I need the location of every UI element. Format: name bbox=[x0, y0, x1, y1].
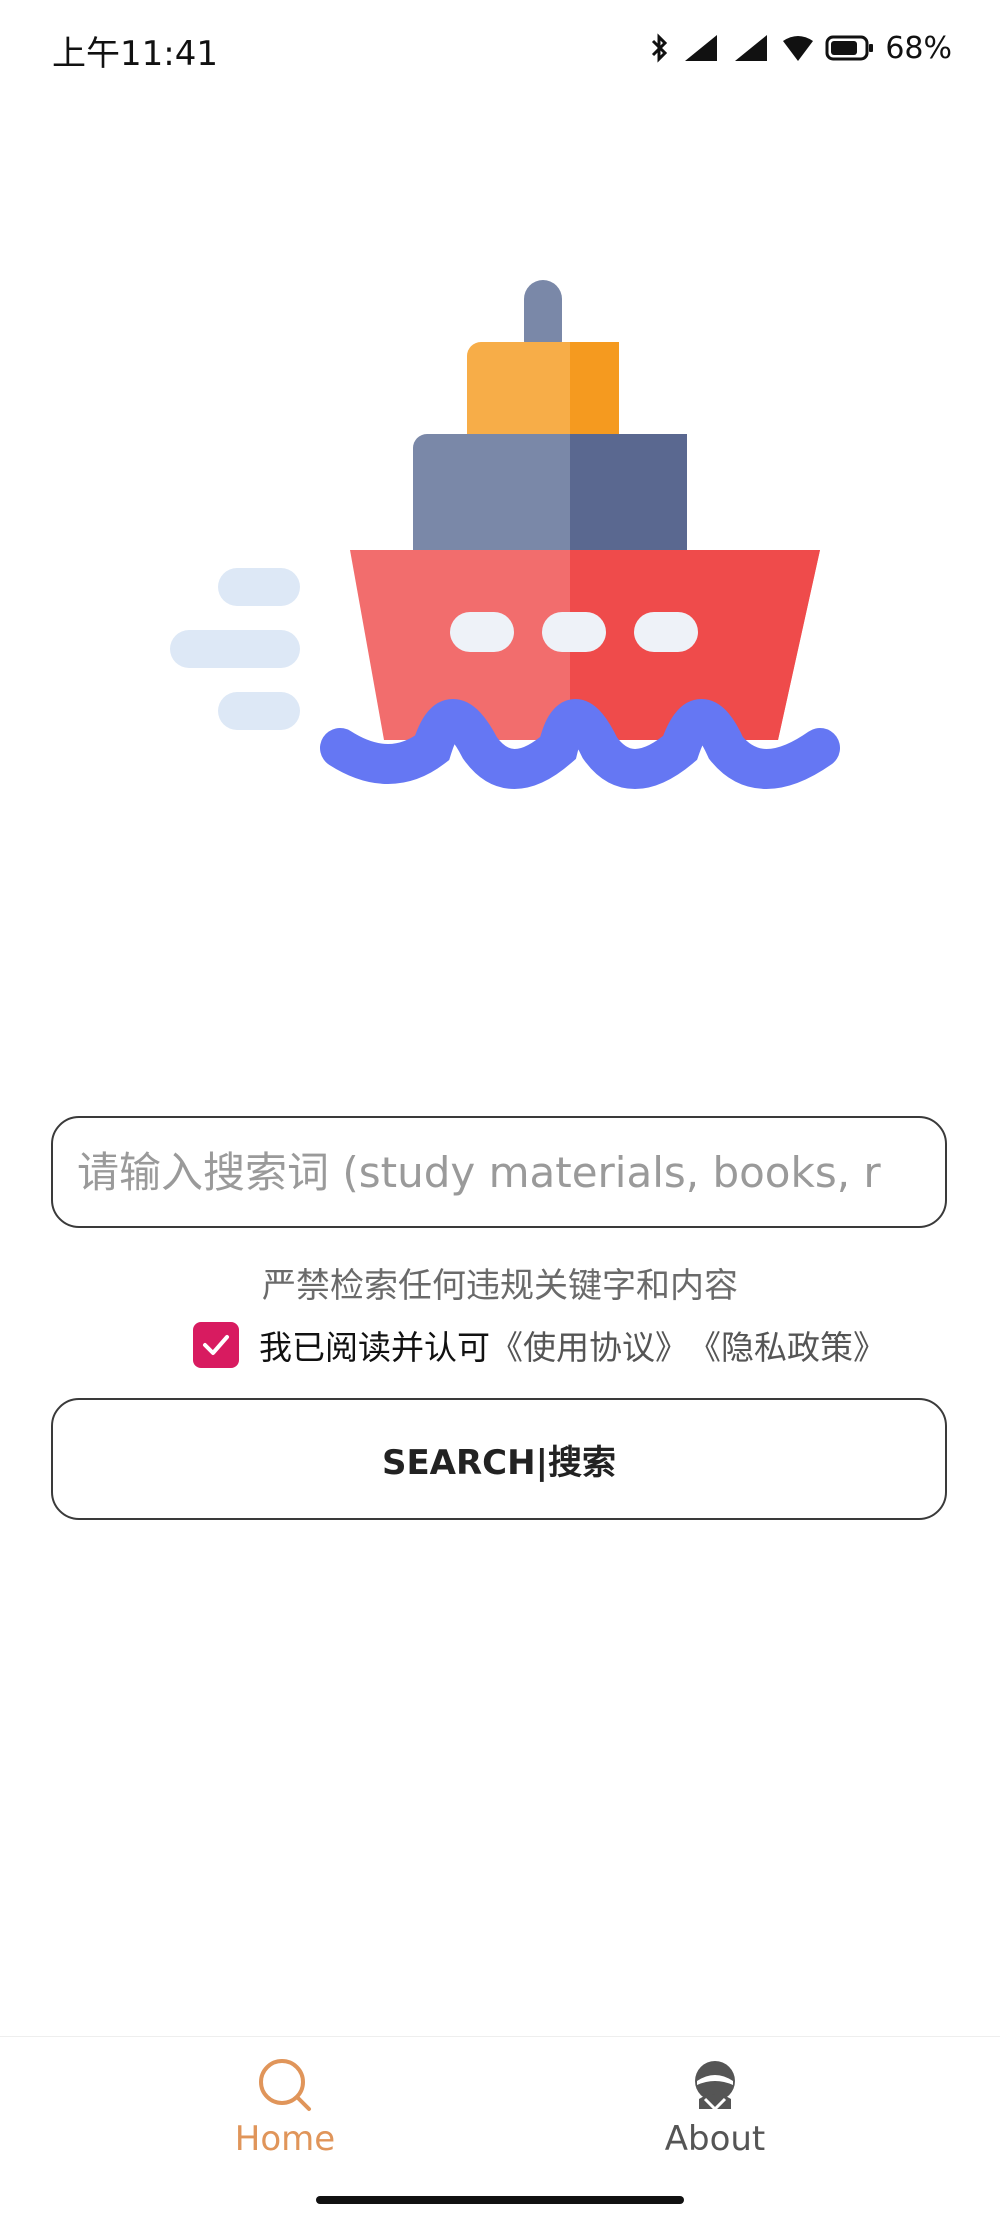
wifi-icon bbox=[783, 36, 814, 61]
warning-text: 严禁检索任何违规关键字和内容 bbox=[262, 1266, 738, 1306]
agreement-row: 我已阅读并认可 《使用协议》 《隐私政策》 bbox=[193, 1320, 886, 1370]
signal-icon bbox=[685, 35, 718, 61]
nav-about-label: About bbox=[664, 2119, 766, 2159]
home-indicator[interactable] bbox=[316, 2196, 684, 2204]
ship-icon bbox=[170, 280, 840, 789]
status-bar: 上午11:41 68% bbox=[0, 0, 1000, 96]
bluetooth-icon bbox=[652, 33, 668, 63]
nav-home-label: Home bbox=[234, 2119, 336, 2159]
signal-icon bbox=[735, 35, 768, 61]
captain-icon bbox=[695, 2061, 735, 2112]
nav-about[interactable]: About bbox=[615, 2055, 815, 2185]
check-icon bbox=[203, 1335, 229, 1355]
privacy-policy-link[interactable]: 《隐私政策》 bbox=[688, 1321, 886, 1369]
battery-icon bbox=[825, 35, 874, 61]
search-icon bbox=[259, 2059, 311, 2111]
user-agreement-link[interactable]: 《使用协议》 bbox=[490, 1321, 688, 1369]
nav-home[interactable]: Home bbox=[185, 2055, 385, 2185]
bottom-nav: Home About bbox=[0, 2036, 1000, 2223]
agreement-checkbox[interactable] bbox=[193, 1322, 239, 1368]
battery-percent: 68% bbox=[885, 30, 952, 66]
agreement-text: 我已阅读并认可 bbox=[259, 1328, 490, 1367]
search-button[interactable]: SEARCH|搜索 bbox=[51, 1398, 947, 1520]
search-box[interactable] bbox=[51, 1116, 947, 1228]
status-icons: 68% bbox=[649, 28, 952, 68]
status-time: 上午11:41 bbox=[52, 34, 218, 74]
search-input[interactable] bbox=[53, 1118, 945, 1226]
